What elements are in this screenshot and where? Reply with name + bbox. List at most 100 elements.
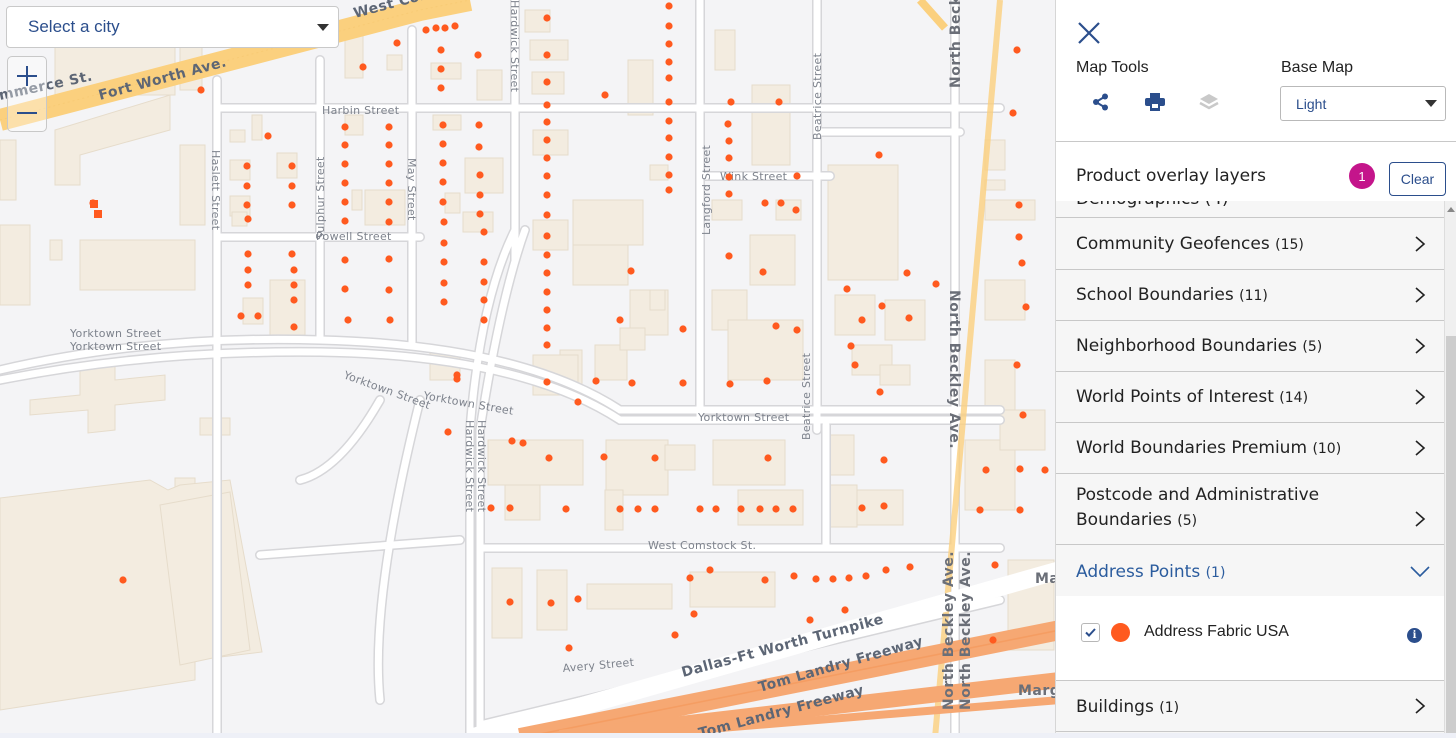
- address-point-marker[interactable]: [989, 636, 997, 644]
- address-point-marker[interactable]: [665, 22, 673, 30]
- address-point-marker[interactable]: [1018, 259, 1026, 267]
- address-point-marker[interactable]: [665, 153, 673, 161]
- address-point-marker[interactable]: [793, 326, 801, 334]
- address-point-marker[interactable]: [878, 302, 886, 310]
- address-point-marker[interactable]: [439, 159, 447, 167]
- address-point-marker[interactable]: [628, 379, 636, 387]
- zoom-out-button[interactable]: [8, 94, 46, 131]
- address-point-marker[interactable]: [344, 316, 352, 324]
- address-point-marker[interactable]: [359, 63, 367, 71]
- address-point-marker[interactable]: [725, 173, 733, 181]
- address-point-marker[interactable]: [244, 266, 252, 274]
- address-point-marker[interactable]: [1015, 233, 1023, 241]
- address-point-marker[interactable]: [341, 123, 349, 131]
- address-point-marker[interactable]: [547, 599, 555, 607]
- address-point-marker[interactable]: [706, 566, 714, 574]
- address-point-marker[interactable]: [543, 378, 551, 386]
- address-point-marker[interactable]: [679, 379, 687, 387]
- layer-row-address-points[interactable]: Address Points (1): [1056, 545, 1444, 596]
- address-point-marker[interactable]: [543, 306, 551, 314]
- address-point-marker[interactable]: [89, 199, 97, 207]
- address-point-marker[interactable]: [601, 91, 609, 99]
- address-point-marker[interactable]: [439, 178, 447, 186]
- address-point-marker[interactable]: [726, 380, 734, 388]
- address-point-marker[interactable]: [288, 201, 296, 209]
- address-point-marker[interactable]: [725, 252, 733, 260]
- address-point-marker[interactable]: [290, 281, 298, 289]
- layer-row-world-boundaries-premium[interactable]: World Boundaries Premium (10): [1056, 423, 1444, 474]
- address-point-marker[interactable]: [476, 191, 484, 199]
- address-point-marker[interactable]: [432, 24, 440, 32]
- address-point-marker[interactable]: [690, 610, 698, 618]
- address-point-marker[interactable]: [976, 506, 984, 514]
- address-point-marker[interactable]: [1009, 109, 1017, 117]
- address-point-marker[interactable]: [725, 190, 733, 198]
- address-point-marker[interactable]: [519, 439, 527, 447]
- address-point-marker[interactable]: [763, 377, 771, 385]
- address-point-marker[interactable]: [858, 504, 866, 512]
- address-point-marker[interactable]: [665, 74, 673, 82]
- address-point-marker[interactable]: [244, 281, 252, 289]
- address-point-marker[interactable]: [725, 137, 733, 145]
- address-point-marker[interactable]: [737, 505, 745, 513]
- address-point-marker[interactable]: [880, 456, 888, 464]
- address-point-marker[interactable]: [264, 132, 272, 140]
- address-point-marker[interactable]: [244, 215, 252, 223]
- address-point-marker[interactable]: [385, 160, 393, 168]
- address-point-marker[interactable]: [903, 269, 911, 277]
- address-point-marker[interactable]: [393, 39, 401, 47]
- layer-row-neighborhood-boundaries[interactable]: Neighborhood Boundaries (5): [1056, 321, 1444, 372]
- print-button[interactable]: [1144, 91, 1166, 113]
- base-map-select[interactable]: Light: [1280, 86, 1446, 121]
- address-point-marker[interactable]: [543, 136, 551, 144]
- address-point-marker[interactable]: [724, 120, 732, 128]
- city-select[interactable]: Select a city: [6, 6, 339, 48]
- address-point-marker[interactable]: [772, 505, 780, 513]
- address-point-marker[interactable]: [385, 141, 393, 149]
- address-point-marker[interactable]: [480, 258, 488, 266]
- address-point-marker[interactable]: [841, 606, 849, 614]
- address-point-marker[interactable]: [480, 316, 488, 324]
- address-point-marker[interactable]: [634, 505, 642, 513]
- address-point-marker[interactable]: [651, 505, 659, 513]
- address-point-marker[interactable]: [759, 268, 767, 276]
- address-point-marker[interactable]: [440, 239, 448, 247]
- address-point-marker[interactable]: [1013, 361, 1021, 369]
- address-point-marker[interactable]: [543, 78, 551, 86]
- address-point-marker[interactable]: [1022, 303, 1030, 311]
- address-point-marker[interactable]: [476, 210, 484, 218]
- address-point-marker[interactable]: [543, 172, 551, 180]
- address-point-marker[interactable]: [451, 22, 459, 30]
- share-button[interactable]: [1090, 91, 1112, 113]
- address-point-marker[interactable]: [665, 58, 673, 66]
- address-point-marker[interactable]: [775, 98, 783, 106]
- address-point-marker[interactable]: [616, 505, 624, 513]
- address-point-marker[interactable]: [543, 232, 551, 240]
- address-point-marker[interactable]: [341, 141, 349, 149]
- info-icon[interactable]: i: [1407, 628, 1422, 643]
- layer-list-scrollbar[interactable]: [1444, 201, 1456, 738]
- address-point-marker[interactable]: [665, 186, 673, 194]
- address-point-marker[interactable]: [651, 454, 659, 462]
- layer-row-postcode-admin-boundaries[interactable]: Postcode and Administrative Boundaries (…: [1056, 474, 1444, 545]
- address-point-marker[interactable]: [562, 505, 570, 513]
- address-point-marker[interactable]: [480, 296, 488, 304]
- address-fabric-checkbox[interactable]: [1081, 623, 1100, 642]
- address-point-marker[interactable]: [422, 26, 430, 34]
- address-point-marker[interactable]: [254, 312, 262, 320]
- address-point-marker[interactable]: [437, 46, 445, 54]
- address-point-marker[interactable]: [476, 171, 484, 179]
- address-point-marker[interactable]: [290, 296, 298, 304]
- address-point-marker[interactable]: [453, 375, 461, 383]
- address-point-marker[interactable]: [806, 616, 814, 624]
- address-point-marker[interactable]: [341, 256, 349, 264]
- address-point-marker[interactable]: [444, 428, 452, 436]
- address-point-marker[interactable]: [858, 316, 866, 324]
- address-point-marker[interactable]: [686, 574, 694, 582]
- address-point-marker[interactable]: [543, 211, 551, 219]
- address-point-marker[interactable]: [880, 502, 888, 510]
- address-point-marker[interactable]: [1013, 46, 1021, 54]
- address-point-marker[interactable]: [574, 595, 582, 603]
- address-point-marker[interactable]: [440, 218, 448, 226]
- address-point-marker[interactable]: [385, 198, 393, 206]
